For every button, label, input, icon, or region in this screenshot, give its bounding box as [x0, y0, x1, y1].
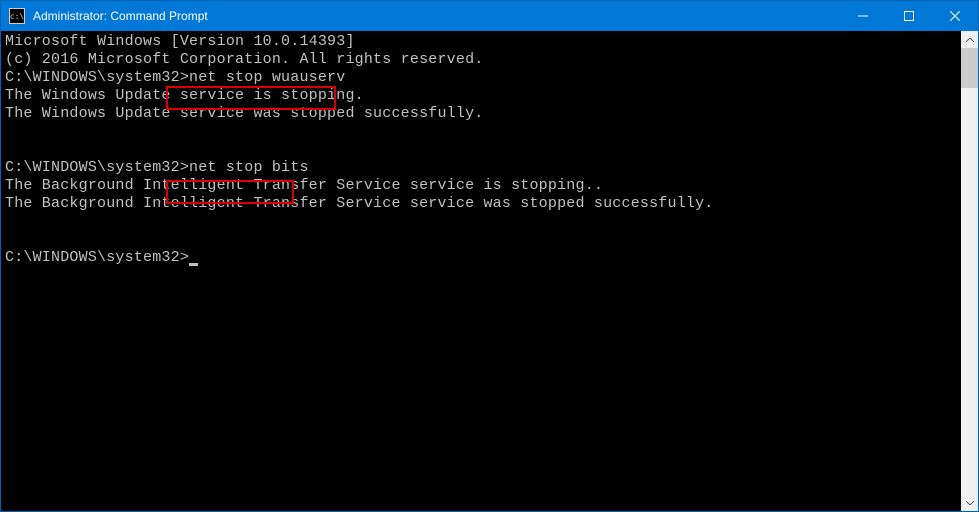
- output-line: The Background Intelligent Transfer Serv…: [5, 177, 957, 195]
- prompt-path: C:\WINDOWS\system32>: [5, 159, 189, 176]
- close-icon: [950, 11, 960, 21]
- prompt-line-1: C:\WINDOWS\system32>net stop wuauserv: [5, 69, 957, 87]
- output-line: The Windows Update service is stopping.: [5, 87, 957, 105]
- blank-line: [5, 141, 957, 159]
- cursor: [189, 263, 198, 266]
- maximize-button[interactable]: [886, 1, 932, 31]
- prompt-path: C:\WINDOWS\system32>: [5, 69, 189, 86]
- blank-line: [5, 231, 957, 249]
- minimize-icon: [858, 11, 868, 21]
- scroll-up-button[interactable]: [961, 31, 978, 48]
- chevron-up-icon: [966, 38, 974, 42]
- prompt-line-3: C:\WINDOWS\system32>: [5, 249, 957, 267]
- prompt-path: C:\WINDOWS\system32>: [5, 249, 189, 266]
- copyright-line: (c) 2016 Microsoft Corporation. All righ…: [5, 51, 957, 69]
- output-line: The Windows Update service was stopped s…: [5, 105, 957, 123]
- vertical-scrollbar[interactable]: [961, 31, 978, 511]
- terminal-output[interactable]: Microsoft Windows [Version 10.0.14393](c…: [1, 31, 961, 511]
- window-title: Administrator: Command Prompt: [33, 9, 840, 23]
- terminal-container: Microsoft Windows [Version 10.0.14393](c…: [1, 31, 978, 511]
- scroll-down-button[interactable]: [961, 494, 978, 511]
- maximize-icon: [904, 11, 914, 21]
- scrollbar-track[interactable]: [961, 48, 978, 494]
- blank-line: [5, 213, 957, 231]
- scrollbar-thumb[interactable]: [961, 48, 978, 88]
- minimize-button[interactable]: [840, 1, 886, 31]
- command-text: net stop bits: [189, 159, 309, 176]
- command-text: net stop wuauserv: [189, 69, 345, 86]
- titlebar[interactable]: c:\ Administrator: Command Prompt: [1, 1, 978, 31]
- app-icon: c:\: [9, 8, 25, 24]
- blank-line: [5, 123, 957, 141]
- command-prompt-window: c:\ Administrator: Command Prompt Micros…: [0, 0, 979, 512]
- prompt-line-2: C:\WINDOWS\system32>net stop bits: [5, 159, 957, 177]
- window-controls: [840, 1, 978, 31]
- close-button[interactable]: [932, 1, 978, 31]
- chevron-down-icon: [966, 501, 974, 505]
- app-icon-text: c:\: [10, 12, 24, 21]
- version-line: Microsoft Windows [Version 10.0.14393]: [5, 33, 957, 51]
- output-line: The Background Intelligent Transfer Serv…: [5, 195, 957, 213]
